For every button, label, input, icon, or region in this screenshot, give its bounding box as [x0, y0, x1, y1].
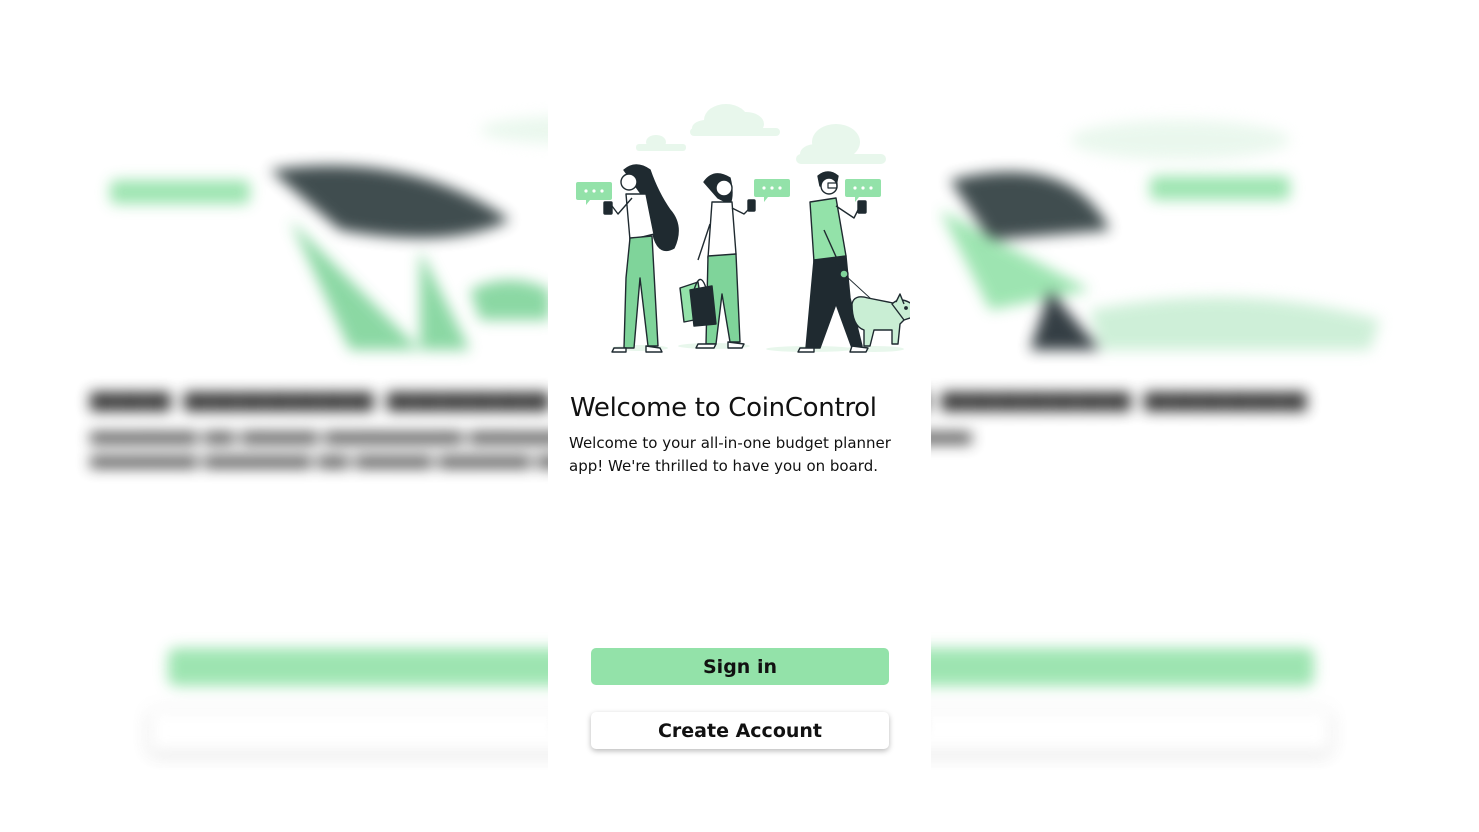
person-woman-phone: [603, 164, 679, 353]
welcome-subtitle: Welcome to your all-in-one budget planne…: [569, 434, 891, 475]
welcome-title: Welcome to CoinControl: [570, 393, 877, 423]
smartphone-icon: [747, 199, 756, 212]
app-screen: ▀▀▀ ▀▀▀▀▀▀▀ ▀▀▀▀▀▀ ▀▀▀▀▀▀▀ ▀▀ ▀▀▀▀ ▀▀▀▀▀▀…: [0, 0, 1479, 832]
chat-bubble-icon: [845, 179, 881, 202]
shopping-bag-icon: [679, 278, 717, 327]
welcome-card: Welcome to CoinControl Welcome to your a…: [548, 0, 931, 832]
cloud-icon: [636, 104, 886, 164]
sign-in-button[interactable]: Sign in: [591, 648, 889, 685]
walking-people-illustration: [576, 104, 910, 353]
person-woman-shopping: [679, 173, 756, 349]
smartphone-icon: [603, 201, 613, 215]
create-account-button[interactable]: Create Account: [591, 712, 889, 749]
smartphone-icon: [857, 200, 867, 214]
person-man-walking-dog: [797, 171, 910, 353]
chat-bubble-icon: [754, 179, 790, 202]
